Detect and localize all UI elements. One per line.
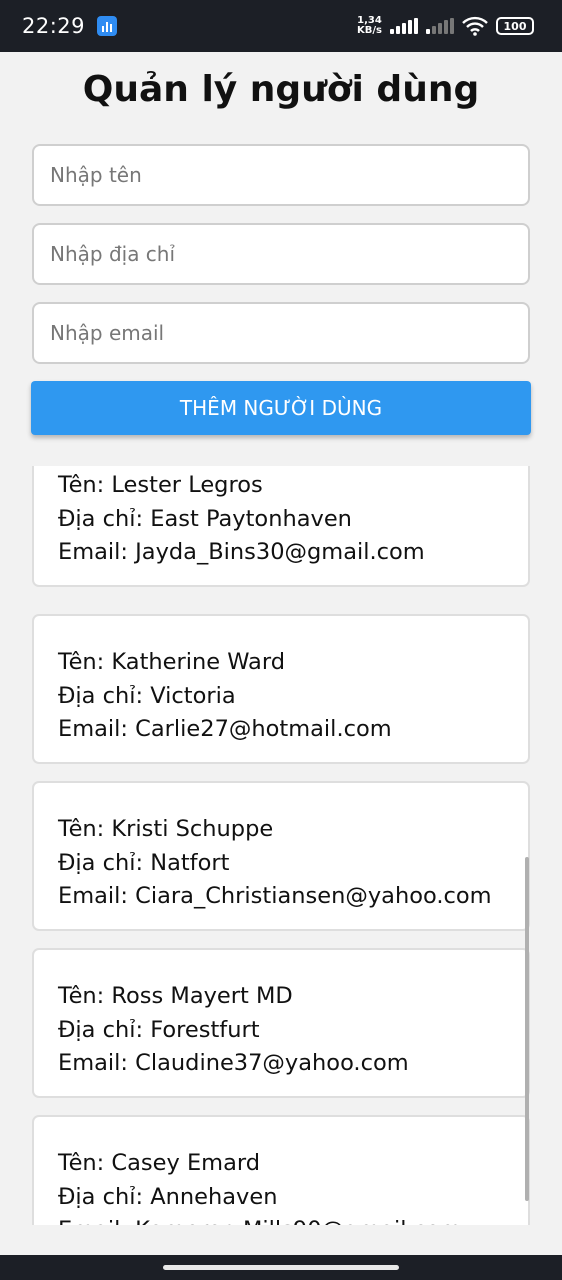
page-title: Quản lý người dùng xyxy=(82,69,480,110)
user-card[interactable]: Tên: Ross Mayert MD Địa chỉ: Forestfurt … xyxy=(32,948,530,1098)
status-time: 22:29 xyxy=(22,14,86,38)
user-card[interactable]: Tên: Casey Emard Địa chỉ: Annehaven Emai… xyxy=(32,1115,530,1225)
user-email: Email: Claudine37@yahoo.com xyxy=(58,1050,409,1076)
battery-icon: 100 xyxy=(496,17,534,35)
network-speed-unit: KB/s xyxy=(357,25,382,36)
activity-app-icon xyxy=(97,16,118,36)
user-name: Tên: Casey Emard xyxy=(58,1150,261,1176)
user-address: Địa chỉ: Victoria xyxy=(58,682,236,709)
name-input[interactable] xyxy=(32,144,530,206)
user-address: Địa chỉ: Forestfurt xyxy=(58,1016,260,1043)
user-email: Email: Jayda_Bins30@gmail.com xyxy=(58,539,425,565)
user-card[interactable]: Tên: Katherine Ward Địa chỉ: Victoria Em… xyxy=(32,614,530,764)
user-email: Email: Carlie27@hotmail.com xyxy=(58,716,392,742)
user-card[interactable]: Tên: Lester Legros Địa chỉ: East Paytonh… xyxy=(32,466,530,587)
email-input[interactable] xyxy=(32,302,530,364)
user-list[interactable]: Tên: Lester Legros Địa chỉ: East Paytonh… xyxy=(0,466,562,1225)
user-email: Email: Kameron.Mills90@gmail.com xyxy=(58,1214,528,1225)
list-scrollbar[interactable] xyxy=(525,857,529,1201)
add-user-button[interactable]: THÊM NGƯỜI DÙNG xyxy=(31,381,531,435)
user-email: Email: Ciara_Christiansen@yahoo.com xyxy=(58,883,492,909)
user-address: Địa chỉ: Natfort xyxy=(58,849,230,876)
address-input[interactable] xyxy=(32,223,530,285)
home-gesture-bar[interactable] xyxy=(163,1265,399,1270)
user-name: Tên: Katherine Ward xyxy=(58,649,285,675)
user-card[interactable]: Tên: Kristi Schuppe Địa chỉ: Natfort Ema… xyxy=(32,781,530,931)
app-screen: Quản lý người dùng THÊM NGƯỜI DÙNG Tên: … xyxy=(0,52,562,1255)
network-speed: 1,34 KB/s xyxy=(357,16,382,36)
user-name: Tên: Lester Legros xyxy=(58,472,263,498)
user-name: Tên: Kristi Schuppe xyxy=(58,816,274,842)
user-address: Địa chỉ: East Paytonhaven xyxy=(58,505,352,532)
signal-icon xyxy=(390,18,418,34)
user-name: Tên: Ross Mayert MD xyxy=(58,983,293,1009)
navigation-bar xyxy=(0,1255,562,1280)
status-right: 1,34 KB/s 100 xyxy=(357,16,534,36)
wifi-icon xyxy=(462,16,488,36)
user-address: Địa chỉ: Annehaven xyxy=(58,1183,278,1210)
status-left: 22:29 xyxy=(22,14,118,38)
status-bar: 22:29 1,34 KB/s 100 xyxy=(0,0,562,52)
signal-2-icon xyxy=(426,18,454,34)
